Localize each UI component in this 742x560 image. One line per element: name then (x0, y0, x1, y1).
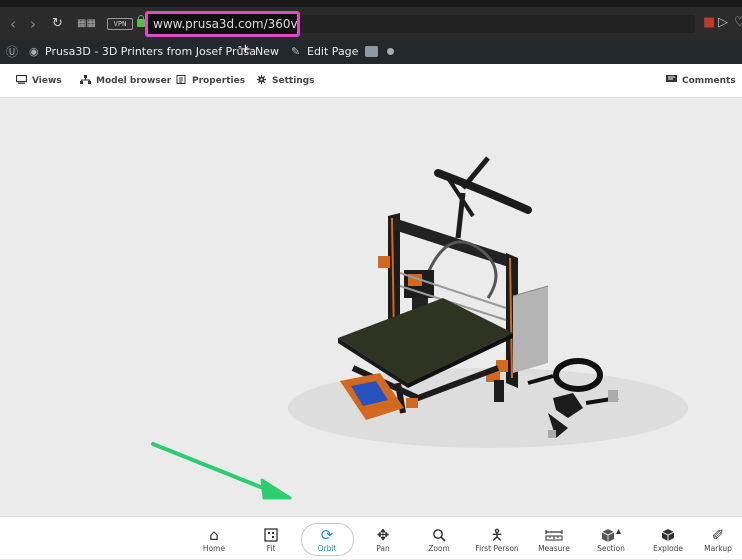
comments-label: Comments (682, 76, 736, 86)
model-browser-button[interactable]: Model browser (80, 75, 171, 87)
orbit-icon: ⟳ (320, 526, 334, 544)
pencil-icon: ✎ (291, 45, 301, 58)
properties-button[interactable]: Properties (176, 75, 245, 87)
measure-icon (523, 526, 585, 544)
model-viewport[interactable] (8, 98, 742, 516)
comment-icon (666, 75, 677, 82)
site-title-link[interactable]: Prusa3D - 3D Printers from Josef Průša (45, 45, 256, 59)
comments-button[interactable]: Comments (666, 75, 736, 87)
send-icon[interactable]: ▷ (718, 16, 728, 30)
extension-icon[interactable]: ■ (703, 16, 715, 30)
lock-icon (137, 15, 145, 27)
home-label: Home (202, 544, 226, 553)
dashboard-icon[interactable]: ◉ (29, 45, 39, 59)
address-field-background[interactable] (300, 15, 695, 33)
explode-icon (637, 526, 699, 544)
properties-label: Properties (192, 76, 246, 86)
seo-icon[interactable] (365, 46, 378, 57)
fit-label: Fit (266, 544, 276, 553)
new-link[interactable]: New (255, 45, 279, 59)
browser-address-bar: ‹ › ↻ ▦▦ VPN www.prusa3d.com/360viewer/ … (0, 7, 742, 40)
home-button[interactable]: ⌂ Home (183, 517, 245, 560)
pan-button[interactable]: ✥ Pan (352, 517, 414, 560)
views-button[interactable]: Views (16, 75, 62, 87)
explode-button[interactable]: Explode (637, 517, 699, 560)
pan-label: Pan (376, 544, 390, 553)
annotation-arrow (151, 442, 292, 500)
first-person-label: First Person (475, 544, 519, 553)
fit-icon (240, 526, 302, 544)
status-dot-icon (387, 48, 394, 55)
markup-button[interactable]: ✐ Markup (694, 517, 742, 560)
home-icon: ⌂ (209, 526, 219, 544)
explode-label: Explode (653, 544, 683, 553)
properties-icon (176, 75, 186, 84)
wordpress-admin-bar: Ⓤ ◉ Prusa3D - 3D Printers from Josef Prů… (0, 40, 742, 64)
first-person-icon: 🯅 (490, 526, 504, 544)
gear-icon (257, 75, 266, 84)
speed-dial-icon[interactable]: ▦▦ (77, 17, 96, 31)
section-button[interactable]: Section (580, 517, 642, 560)
url-text: www.prusa3d.com/360viewer/ (153, 17, 298, 31)
wordpress-logo-icon[interactable]: Ⓤ (6, 45, 18, 59)
section-icon (580, 526, 642, 544)
orbit-button[interactable]: ⟳ Orbit (296, 517, 358, 560)
model-browser-label: Model browser (96, 76, 172, 86)
viewer-top-toolbar: Views Model browser Properties Settings … (0, 64, 742, 98)
zoom-label: Zoom (428, 544, 450, 553)
pan-icon: ✥ (376, 526, 390, 544)
url-input[interactable]: www.prusa3d.com/360viewer/ (145, 11, 300, 37)
section-label: Section (597, 544, 625, 553)
zoom-icon (408, 526, 470, 544)
markup-label: Markup (704, 544, 732, 553)
hierarchy-icon (80, 75, 91, 84)
views-label: Views (32, 76, 62, 86)
markup-icon: ✐ (711, 526, 725, 544)
orbit-label: Orbit (317, 544, 337, 553)
viewer-bottom-toolbar: ⌂ Home Fit ⟳ Orbit ✥ Pan Zoom 🯅 First Pe… (0, 516, 742, 559)
reload-icon[interactable]: ↻ (52, 17, 63, 31)
printer-model (151, 156, 688, 500)
back-icon[interactable]: ‹ (10, 17, 16, 32)
browser-chrome-top (0, 0, 742, 7)
plus-icon: + (240, 42, 251, 57)
settings-button[interactable]: Settings (256, 75, 314, 87)
measure-label: Measure (538, 544, 570, 553)
monitor-icon (16, 75, 27, 84)
edit-page-link[interactable]: Edit Page (307, 45, 358, 59)
zoom-button[interactable]: Zoom (408, 517, 470, 560)
measure-button[interactable]: Measure (523, 517, 585, 560)
vpn-badge[interactable]: VPN (107, 18, 133, 30)
first-person-button[interactable]: 🯅 First Person (466, 517, 528, 560)
settings-label: Settings (272, 76, 315, 86)
fit-button[interactable]: Fit (240, 517, 302, 560)
forward-icon[interactable]: › (30, 17, 36, 32)
shield-icon[interactable]: ♡ (734, 16, 742, 30)
